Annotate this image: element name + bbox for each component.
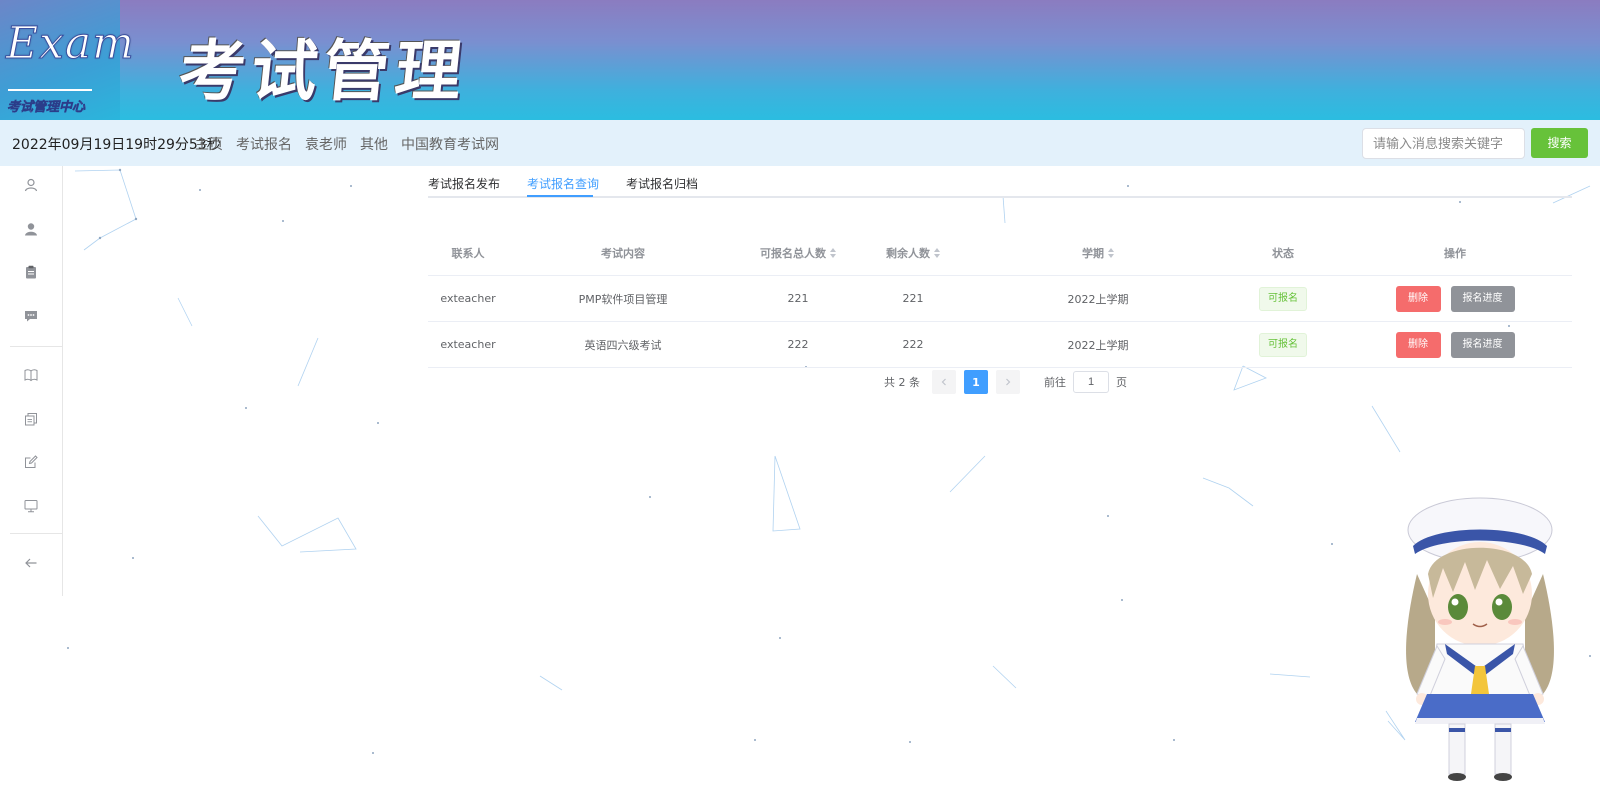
signup-table: 联系人 考试内容 可报名总人数 剩余人数 学期 状态 操作 exteacher …	[428, 230, 1572, 368]
cell-total: 222	[787, 338, 809, 351]
cell-content: 英语四六级考试	[584, 338, 662, 352]
logo-subtitle: 考试管理中心	[7, 100, 86, 116]
exam-logo: Exam 考试管理中心	[0, 0, 134, 120]
col-actions: 操作	[1444, 246, 1466, 260]
tab-exam-publish[interactable]: 考试报名发布	[428, 175, 500, 192]
sidebar-item-documents[interactable]	[0, 404, 62, 434]
chevron-left-icon	[941, 378, 946, 386]
nav-link-exam-signup[interactable]: 考试报名	[236, 134, 292, 154]
col-content: 考试内容	[601, 246, 645, 260]
nav-links: 主页 考试报名 袁老师 其他 中国教育考试网	[195, 134, 512, 154]
nav-link-other[interactable]: 其他	[360, 134, 388, 154]
banner-title: 考试管理	[175, 32, 472, 110]
active-tab-indicator	[527, 195, 593, 197]
col-contact: 联系人	[451, 246, 485, 260]
table-row: exteacher 英语四六级考试 222 222 2022上学期 可报名 删除…	[428, 322, 1572, 368]
chat-icon	[25, 311, 37, 322]
col-term[interactable]: 学期	[968, 230, 1228, 275]
cell-status: 可报名	[1228, 276, 1338, 321]
nav-link-home[interactable]: 主页	[195, 134, 223, 154]
back-arrow-icon	[25, 558, 37, 568]
signup-progress-button[interactable]: 报名进度	[1450, 331, 1515, 358]
cell-actions: 删除 报名进度	[1338, 322, 1572, 367]
tab-exam-query[interactable]: 考试报名查询	[527, 175, 599, 192]
top-nav-bar: 2022年09月19日19时29分53秒 主页 考试报名 袁老师 其他 中国教育…	[0, 120, 1600, 166]
clock-text: 2022年09月19日19时29分53秒	[12, 137, 221, 153]
sidebar-item-messages[interactable]	[0, 301, 62, 331]
cell-term: 2022上学期	[1067, 292, 1129, 306]
tab-bar: 考试报名发布 考试报名查询 考试报名归档	[428, 166, 1572, 198]
sort-caret-icon[interactable]	[1108, 247, 1114, 258]
cell-total: 221	[787, 292, 809, 305]
search-input[interactable]	[1362, 128, 1525, 159]
page-suffix: 页	[1116, 376, 1127, 389]
sidebar-divider	[10, 346, 62, 347]
sidebar-item-edit[interactable]	[0, 447, 62, 477]
header-banner: Exam 考试管理中心 考试管理	[0, 0, 1600, 120]
sort-caret-icon[interactable]	[934, 247, 940, 258]
col-total[interactable]: 可报名总人数	[738, 230, 858, 275]
col-status: 状态	[1272, 246, 1294, 260]
prev-page-button[interactable]	[932, 370, 956, 394]
cell-actions: 删除 报名进度	[1338, 276, 1572, 321]
logo-divider	[8, 89, 92, 91]
sidebar-item-user[interactable]	[0, 214, 62, 244]
page-number-button[interactable]: 1	[964, 370, 988, 394]
cell-status: 可报名	[1228, 322, 1338, 367]
table-row: exteacher PMP软件项目管理 221 221 2022上学期 可报名 …	[428, 276, 1572, 322]
goto-label: 前往	[1044, 376, 1066, 389]
cell-remaining: 222	[902, 338, 924, 351]
cell-term: 2022上学期	[1067, 338, 1129, 352]
logo-word: Exam	[6, 18, 135, 70]
sidebar-divider	[10, 533, 62, 534]
mascot-illustration	[1406, 497, 1554, 781]
edit-icon	[25, 455, 38, 468]
pagination: 共 2 条 1 前往 页	[884, 370, 1127, 394]
status-badge: 可报名	[1259, 332, 1307, 357]
cell-contact: exteacher	[440, 292, 496, 305]
nav-link-neea[interactable]: 中国教育考试网	[401, 134, 499, 154]
cell-content: PMP软件项目管理	[578, 292, 668, 306]
pagination-total: 共 2 条	[884, 376, 920, 389]
user-outline-icon	[24, 178, 38, 192]
sidebar-item-monitor[interactable]	[0, 491, 62, 521]
clipboard-icon	[26, 265, 36, 279]
user-filled-icon	[25, 223, 37, 236]
delete-button[interactable]: 删除	[1395, 331, 1441, 358]
cell-contact: exteacher	[440, 338, 496, 351]
goto-page-input[interactable]	[1073, 371, 1109, 393]
next-page-button[interactable]	[996, 370, 1020, 394]
col-remaining[interactable]: 剩余人数	[858, 230, 968, 275]
signup-progress-button[interactable]: 报名进度	[1450, 285, 1515, 312]
sidebar	[0, 166, 63, 596]
chevron-right-icon	[1006, 378, 1011, 386]
sidebar-collapse-button[interactable]	[0, 548, 62, 578]
tab-exam-archive[interactable]: 考试报名归档	[626, 175, 698, 192]
status-badge: 可报名	[1259, 286, 1307, 311]
sidebar-item-profile[interactable]	[0, 170, 62, 200]
book-icon	[24, 369, 38, 382]
sidebar-item-courses[interactable]	[0, 360, 62, 390]
cell-remaining: 221	[902, 292, 924, 305]
sort-caret-icon[interactable]	[830, 247, 836, 258]
page-jumper: 前往 页	[1044, 371, 1127, 393]
copy-icon	[25, 413, 37, 426]
search-button[interactable]: 搜索	[1531, 128, 1588, 158]
delete-button[interactable]: 删除	[1395, 285, 1441, 312]
table-header: 联系人 考试内容 可报名总人数 剩余人数 学期 状态 操作	[428, 230, 1572, 276]
monitor-icon	[24, 500, 38, 513]
sidebar-item-tasks[interactable]	[0, 257, 62, 287]
nav-link-teacher[interactable]: 袁老师	[305, 134, 347, 154]
